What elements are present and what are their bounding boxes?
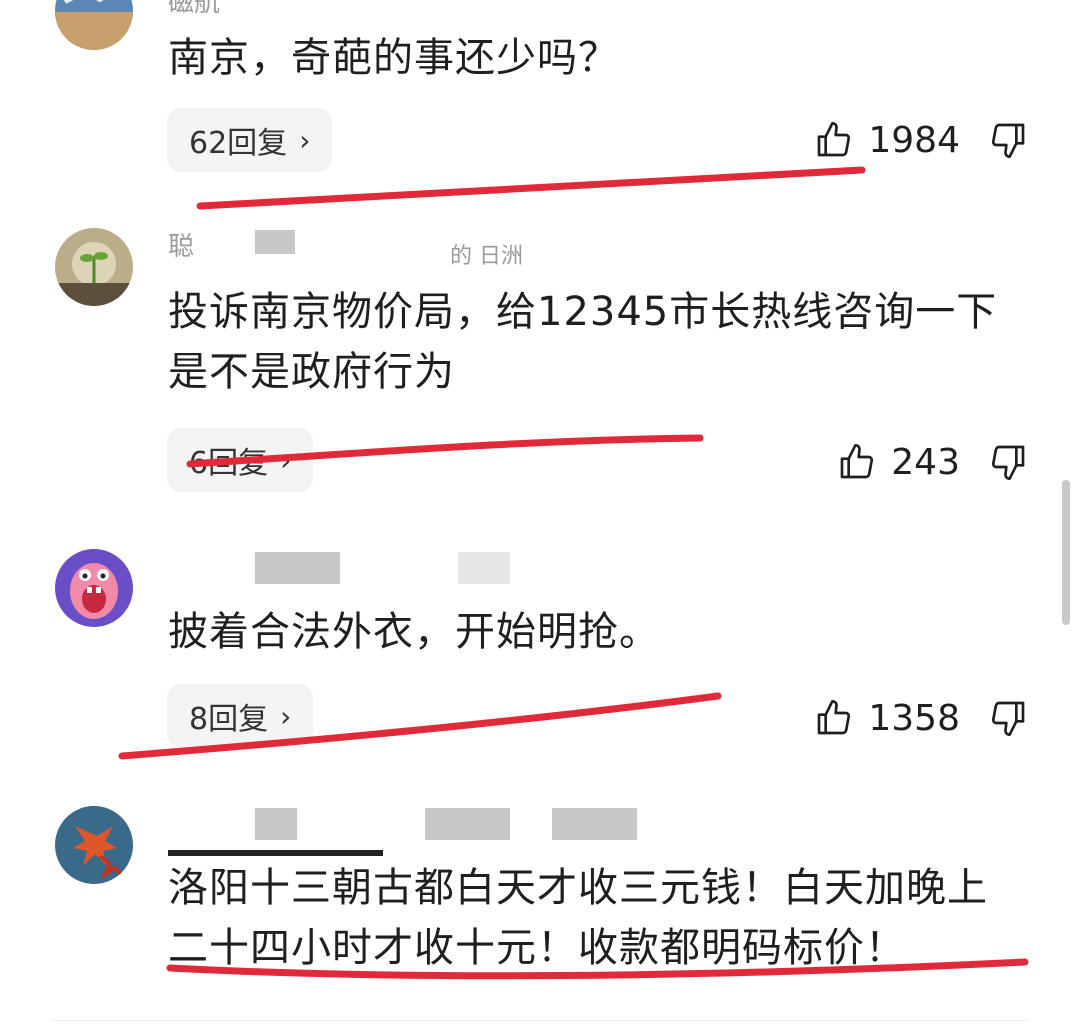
chevron-right-icon: ›: [299, 123, 311, 157]
scrollbar[interactable]: [1062, 480, 1070, 625]
replies-label: 8回复: [189, 702, 269, 737]
like-count: 1358: [868, 697, 960, 739]
replies-label: 62回复: [189, 126, 288, 161]
redacted-name: [425, 808, 510, 840]
like-count: 243: [891, 441, 960, 483]
thumbs-down-icon[interactable]: [988, 120, 1028, 160]
replies-button[interactable]: 6回复 ›: [167, 428, 314, 492]
avatar[interactable]: [55, 228, 133, 306]
thumbs-up-icon[interactable]: [814, 120, 854, 160]
chevron-right-icon: ›: [280, 443, 292, 477]
username[interactable]: 聪: [168, 232, 194, 262]
comment-text: 投诉南京物价局，给12345市长热线咨询一下是不是政府行为: [168, 289, 998, 395]
thumbs-down-icon[interactable]: [988, 698, 1028, 738]
like-count: 1984: [868, 119, 960, 161]
redacted-name: [255, 552, 340, 584]
replies-label: 6回复: [189, 446, 269, 481]
thumbs-up-icon[interactable]: [814, 698, 854, 738]
username-tail: 的 日洲: [450, 244, 523, 269]
avatar[interactable]: [55, 549, 133, 627]
chevron-right-icon: ›: [280, 699, 292, 733]
thumbs-down-icon[interactable]: [988, 442, 1028, 482]
thumbs-up-icon[interactable]: [837, 442, 877, 482]
username[interactable]: 磁航: [168, 0, 220, 18]
redacted-name: [552, 808, 637, 840]
divider: [52, 1020, 1028, 1021]
username-underline: [168, 850, 383, 856]
comment-actions: 1358: [814, 688, 1028, 748]
comment-actions: 243: [837, 432, 1028, 492]
comment-actions: 1984: [814, 110, 1028, 170]
redacted-name: [458, 552, 510, 584]
underline-1: [196, 166, 866, 210]
comment-text: 披着合法外衣，开始明抢。: [168, 609, 660, 655]
comment-text: 南京，奇葩的事还少吗？: [168, 35, 619, 81]
redacted-name: [255, 230, 295, 254]
avatar[interactable]: [55, 0, 133, 50]
avatar[interactable]: [55, 806, 133, 884]
replies-button[interactable]: 62回复 ›: [167, 108, 333, 172]
replies-button[interactable]: 8回复 ›: [167, 684, 314, 748]
comment-text: 洛阳十三朝古都白天才收三元钱！白天加晚上二十四小时才收十元！收款都明码标价！: [168, 865, 988, 971]
redacted-name: [255, 808, 297, 840]
